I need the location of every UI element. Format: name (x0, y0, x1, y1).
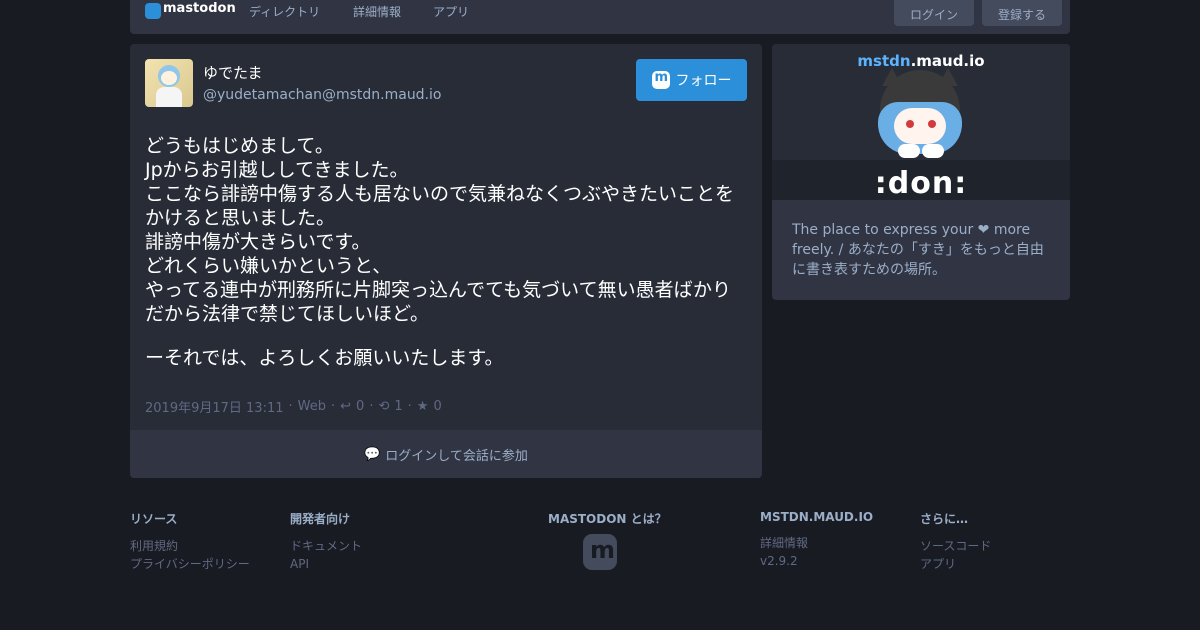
login-prompt-label: ログインして会話に参加 (385, 448, 528, 464)
footer-developers: 開発者向け ドキュメント API (290, 512, 363, 573)
footer-link-apps[interactable]: アプリ (920, 555, 991, 573)
status-paragraph: どうもはじめまして。 Jpからお引越ししてきました。 ここなら誹謗中傷する人も居… (145, 135, 735, 325)
nav-about-link[interactable]: 詳細情報 (353, 3, 401, 20)
star-icon: ★ (416, 399, 429, 414)
hero-brand: mstdn.maud.io (857, 52, 985, 70)
footer-link-privacy[interactable]: プライバシーポリシー (130, 555, 250, 573)
status-timestamp[interactable]: 2019年9月17日 13:11 (145, 397, 284, 416)
mastodon-logo-icon (145, 3, 161, 19)
footer-version: v2.9.2 (760, 554, 798, 568)
nav-apps-link[interactable]: アプリ (433, 3, 469, 20)
footer-about: MASTODON とは？ (548, 512, 667, 526)
avatar[interactable] (145, 59, 193, 107)
mastodon-logo-icon (651, 70, 670, 89)
follow-label: フォロー (675, 73, 732, 89)
footer-link-source[interactable]: ソースコード (920, 537, 991, 555)
footer-link-docs[interactable]: ドキュメント (290, 537, 362, 555)
comments-icon: 💬 (364, 446, 381, 462)
top-navigation-bar: mastodon ディレクトリ 詳細情報 アプリ ログイン 登録する (130, 0, 1070, 34)
reply-icon: ↩ (340, 399, 352, 414)
login-to-participate-link[interactable]: 💬 ログインして会話に参加 (130, 430, 762, 478)
instance-hero-image: mstdn.maud.io :don: (772, 44, 1070, 201)
instance-info-card: mstdn.maud.io :don: The place to express… (772, 44, 1070, 300)
register-button[interactable]: 登録する (982, 0, 1063, 26)
reply-count: 0 (356, 399, 365, 414)
mastodon-logo[interactable]: mastodon (145, 0, 236, 19)
logo-text: mastodon (163, 0, 236, 16)
status-application: Web (297, 399, 326, 414)
footer-resources: リソース 利用規約 プライバシーポリシー (130, 512, 250, 573)
footer-link-api[interactable]: API (290, 555, 362, 573)
login-button[interactable]: ログイン (894, 0, 975, 26)
display-name[interactable]: ゆでたま (203, 62, 263, 83)
favourite-count: 0 (433, 399, 442, 414)
mastodon-logo-icon[interactable] (583, 534, 617, 570)
status-paragraph: ーそれでは、よろしくお願いいたします。 (145, 347, 504, 369)
footer-more: さらに… ソースコード アプリ (920, 512, 992, 573)
footer-instance: MSTDN.MAUD.IO 詳細情報 v2.9.2 (760, 510, 874, 568)
follow-button[interactable]: フォロー (636, 59, 747, 101)
status-card: ゆでたま @yudetamachan@mstdn.maud.io フォロー どう… (130, 44, 762, 478)
footer-link-about[interactable]: 詳細情報 (760, 534, 873, 552)
status-content: どうもはじめまして。 Jpからお引越ししてきました。 ここなら誹謗中傷する人も居… (145, 134, 745, 390)
instance-description: The place to express your ❤ more freely.… (792, 222, 1044, 278)
status-meta: 2019年9月17日 13:11 · Web · ↩ 0 · ⟲ 1 · ★ 0 (145, 397, 442, 416)
nav-directory-link[interactable]: ディレクトリ (249, 3, 320, 20)
account-handle: @yudetamachan@mstdn.maud.io (203, 87, 442, 103)
boost-icon: ⟲ (378, 399, 390, 414)
hero-caption: :don: (874, 166, 968, 201)
footer-link-terms[interactable]: 利用規約 (130, 537, 250, 555)
boost-count: 1 (394, 399, 403, 414)
